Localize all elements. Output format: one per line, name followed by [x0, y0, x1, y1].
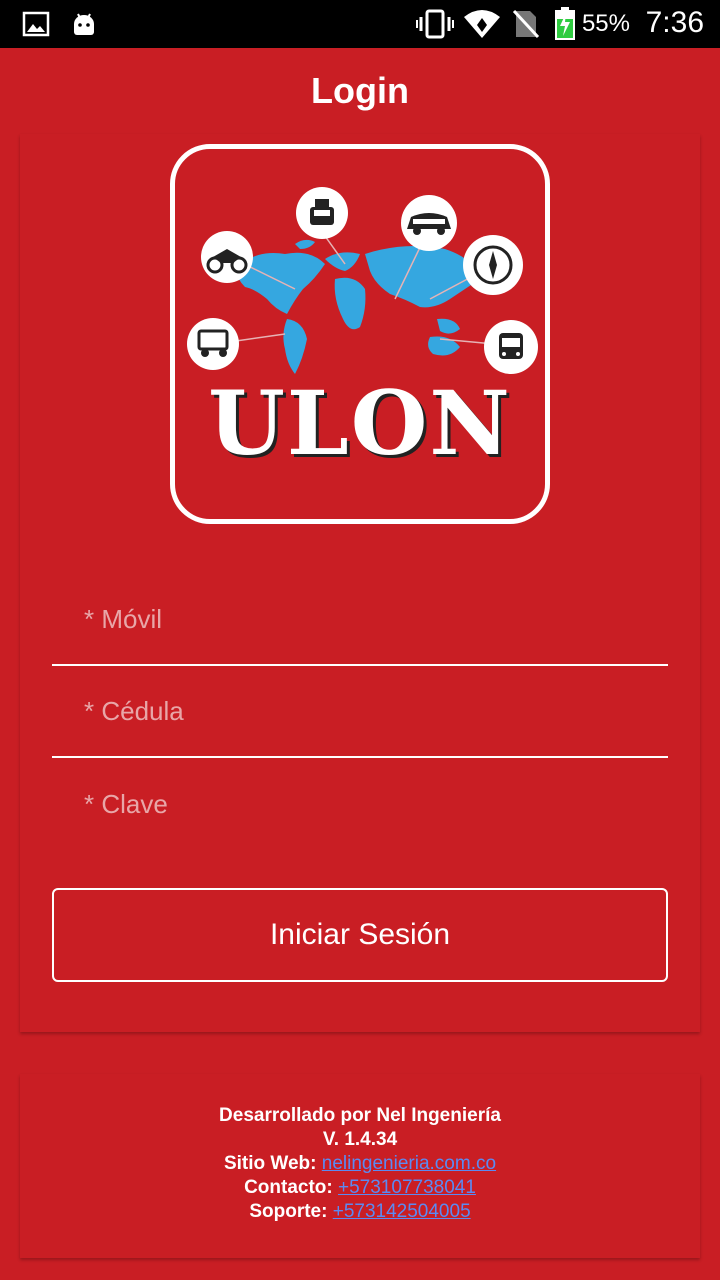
wifi-icon — [462, 0, 502, 48]
tuktuk-icon — [187, 318, 239, 370]
no-sim-icon — [512, 0, 540, 48]
app-header: Login — [0, 48, 720, 134]
world-map-icon — [235, 239, 480, 374]
battery-charging-icon — [554, 0, 576, 48]
id-number-input[interactable] — [52, 666, 668, 756]
battery-percentage: 55% — [581, 10, 630, 37]
vibrate-icon — [416, 0, 454, 48]
image-icon — [22, 0, 50, 48]
contact-line: Contacto: +573107738041 — [20, 1176, 700, 1200]
android-icon — [70, 0, 98, 48]
app-logo: ULON — [170, 144, 550, 524]
taxi-icon — [296, 187, 348, 239]
bus-icon — [484, 320, 538, 374]
support-phone-link[interactable]: +573142504005 — [333, 1201, 471, 1222]
support-line: Soporte: +573142504005 — [20, 1200, 700, 1224]
website-link[interactable]: nelingenieria.com.co — [322, 1153, 496, 1174]
compass-icon — [463, 235, 523, 295]
status-clock: 7:36 — [645, 6, 704, 39]
login-form — [52, 574, 668, 850]
contact-label: Contacto: — [244, 1177, 333, 1198]
contact-phone-link[interactable]: +573107738041 — [338, 1177, 476, 1198]
developer-credit: Desarrollado por Nel Ingeniería — [219, 1105, 501, 1126]
car-icon — [401, 195, 457, 251]
website-label: Sitio Web: — [223, 1153, 317, 1174]
mobile-field-wrapper — [52, 574, 668, 666]
login-button[interactable]: Iniciar Sesión — [52, 888, 668, 982]
id-field-wrapper — [52, 666, 668, 758]
password-input[interactable] — [52, 758, 668, 850]
mobile-input[interactable] — [52, 574, 668, 664]
status-bar: 55% 7:36 — [0, 0, 720, 48]
motorcycle-icon — [201, 231, 253, 283]
support-label: Soporte: — [249, 1201, 328, 1222]
website-line: Sitio Web: nelingenieria.com.co — [20, 1152, 700, 1176]
password-field-wrapper — [52, 758, 668, 850]
app-version: V. 1.4.34 — [322, 1129, 398, 1150]
footer-card: Desarrollado por Nel Ingeniería V. 1.4.3… — [20, 1074, 700, 1258]
page-title: Login — [311, 70, 409, 111]
login-card: ULON Iniciar Sesión — [20, 134, 700, 1032]
logo-text: ULON — [208, 371, 512, 475]
